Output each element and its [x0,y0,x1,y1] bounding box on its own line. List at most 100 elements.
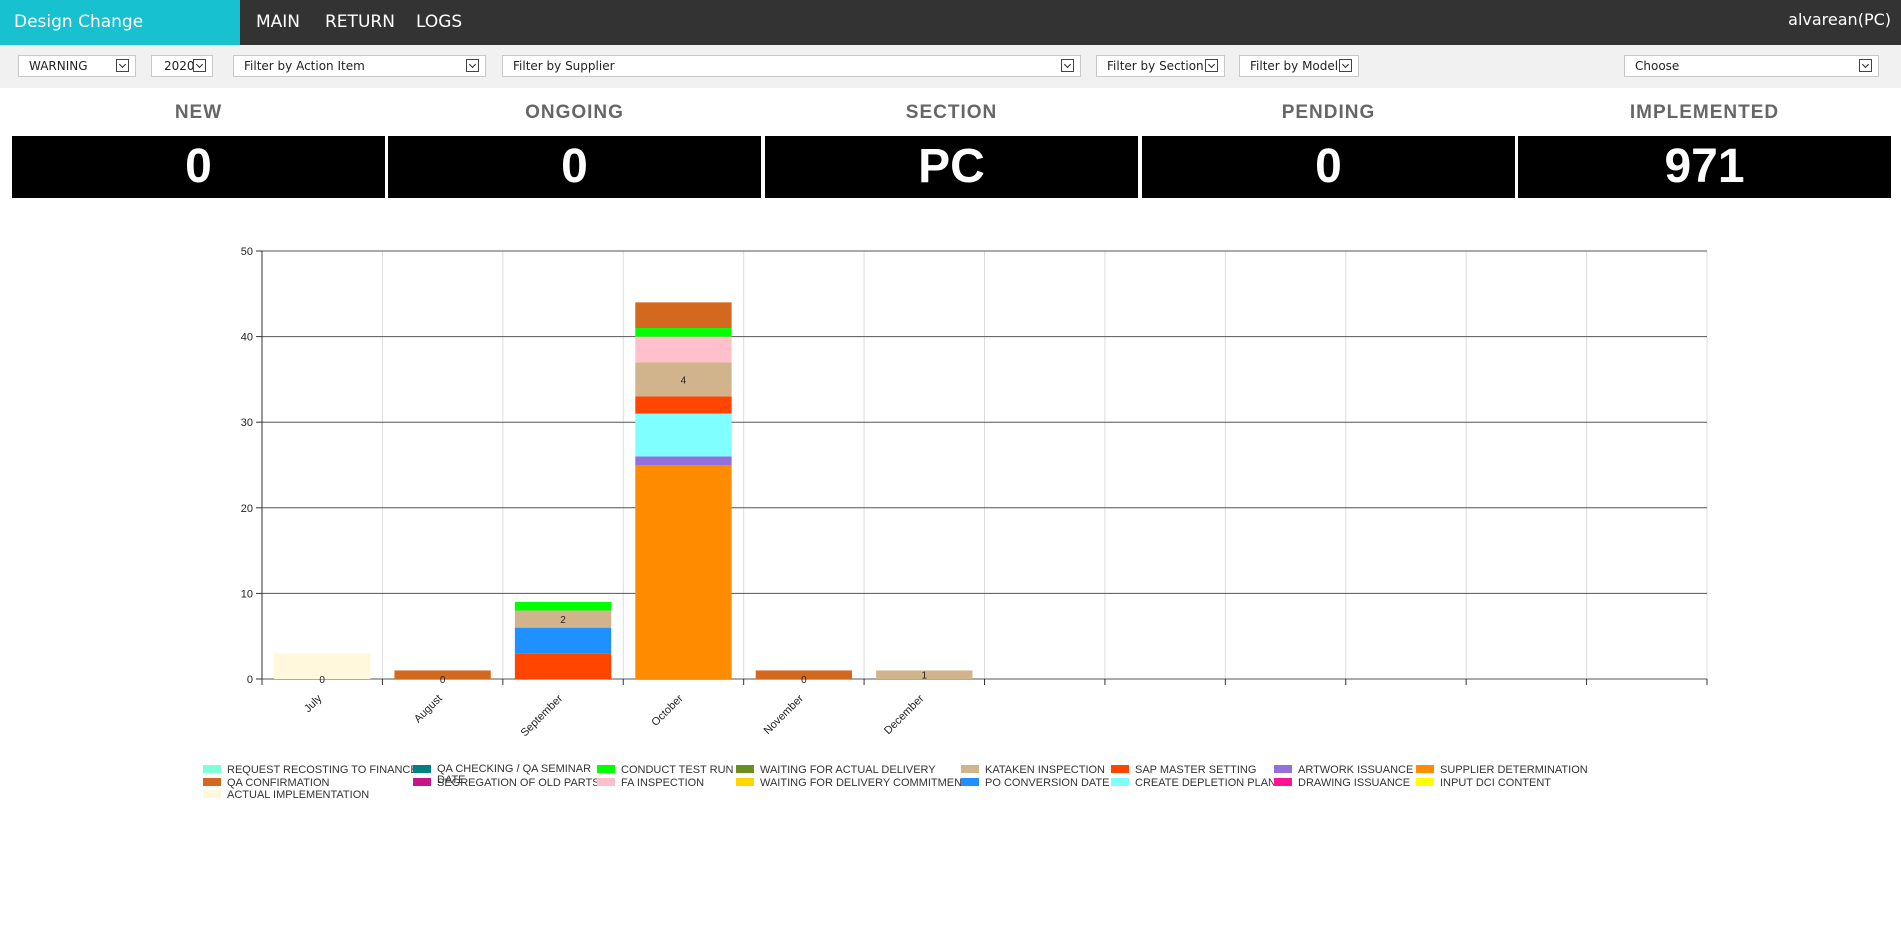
choose-select[interactable]: Choose [1624,55,1879,77]
section-select[interactable]: Filter by Section [1096,55,1225,77]
x-tick-label: July [302,692,325,715]
legend-swatch [1111,778,1129,786]
bar-segment [274,653,371,679]
bar-segment [755,670,853,679]
action-item-select[interactable]: Filter by Action Item [233,55,486,77]
chevron-down-icon [1061,59,1074,72]
year-select-value: 2020 [164,59,195,73]
supplier-select[interactable]: Filter by Supplier [502,55,1081,77]
legend-label: KATAKEN INSPECTION [985,764,1106,776]
section-select-value: Filter by Section [1107,59,1204,73]
legend-swatch [413,778,431,786]
nav-logs-link[interactable]: LOGS [416,0,462,45]
legend-label: SEGREGATION OF OLD PARTS [437,777,600,789]
bar-data-label: 0 [801,675,807,686]
filter-bar: WARNING 2020 Filter by Action Item Filte… [0,45,1901,88]
x-tick-label: December [882,692,927,737]
legend-swatch [203,790,221,798]
stat-label-section: SECTION [905,102,998,123]
bar-segment [514,610,612,628]
stat-value-new: 0 [12,136,385,198]
bar-data-label: 4 [681,375,687,386]
bar-segment [635,413,732,457]
chevron-down-icon [1339,59,1352,72]
stat-label-pending: PENDING [1281,102,1376,123]
chevron-down-icon [1205,59,1218,72]
legend-label: REQUEST RECOSTING TO FINANCE [227,764,418,776]
legend-swatch [203,765,221,773]
legend-swatch [1274,778,1292,786]
x-tick-label: October [649,692,685,728]
action-item-select-value: Filter by Action Item [244,59,365,73]
bar-data-label: 0 [440,675,446,686]
x-tick-label: September [519,692,566,739]
legend-label: WAITING FOR DELIVERY COMMITMENT [760,777,969,789]
nav-return-link[interactable]: RETURN [325,0,395,45]
legend-label: SAP MASTER SETTING [1135,764,1257,776]
legend-label: QA CONFIRMATION [227,777,330,789]
bar-segment [635,362,732,397]
legend-swatch [736,778,754,786]
legend-label: WAITING FOR ACTUAL DELIVERY [760,764,936,776]
legend-swatch [1416,778,1434,786]
model-select-value: Filter by Model [1250,59,1339,73]
legend-swatch [1111,765,1129,773]
y-tick-label: 10 [241,588,253,600]
stat-value-ongoing: 0 [388,136,761,198]
bar-segment [635,302,732,329]
bar-segment [394,670,491,679]
choose-select-value: Choose [1635,59,1680,73]
x-tick-label: November [762,692,807,737]
status-select-value: WARNING [29,59,88,73]
legend-label: SUPPLIER DETERMINATION [1440,764,1588,776]
bar-segment [514,653,612,679]
legend-label: PO CONVERSION DATE [985,777,1110,789]
legend-label: FA INSPECTION [621,777,705,789]
stat-value-implemented: 971 [1518,136,1891,198]
bar-segment [635,456,732,465]
legend-label: ACTUAL IMPLEMENTATION [227,789,370,801]
supplier-select-value: Filter by Supplier [513,59,615,73]
bar-data-label: 1 [922,671,928,682]
bar-segment [635,396,732,414]
bar-segment [514,601,612,611]
legend-label: CONDUCT TEST RUN [621,764,734,776]
brand-title[interactable]: Design Change Information [0,0,240,77]
status-select[interactable]: WARNING [18,55,136,77]
x-tick-label: August [412,693,445,726]
nav-main-link[interactable]: MAIN [256,0,300,45]
y-tick-label: 0 [247,674,253,686]
legend-swatch [961,778,979,786]
model-select[interactable]: Filter by Model [1239,55,1359,77]
legend-label: CREATE DEPLETION PLAN [1135,777,1276,789]
bar-data-label: 2 [560,615,566,626]
y-tick-label: 20 [241,503,253,515]
legend-swatch [1416,765,1434,773]
user-name[interactable]: alvarean(PC) [1788,0,1891,40]
bar-segment [635,336,732,363]
stat-value-pending: 0 [1142,136,1515,198]
legend-swatch [736,765,754,773]
legend-swatch [203,778,221,786]
top-navbar: Design Change Information MAIN RETURN LO… [0,0,1901,77]
bar-segment [876,670,973,679]
y-tick-label: 30 [241,417,253,429]
legend-label: ARTWORK ISSUANCE [1298,764,1414,776]
chevron-down-icon [116,59,129,72]
chevron-down-icon [193,59,206,72]
bar-data-label: 0 [319,675,325,686]
bar-segment [514,627,612,654]
bar-segment [635,328,732,337]
y-tick-label: 40 [241,332,253,344]
bar-segment [635,465,732,679]
stat-label-ongoing: ONGOING [525,102,624,123]
y-tick-label: 50 [241,246,253,258]
legend-label: INPUT DCI CONTENT [1440,777,1552,789]
stat-label-implemented: IMPLEMENTED [1629,102,1780,123]
legend-swatch [961,765,979,773]
chevron-down-icon [1859,59,1872,72]
stat-value-section: PC [765,136,1138,198]
year-select[interactable]: 2020 [151,55,213,77]
legend-swatch [597,765,615,773]
legend-swatch [1274,765,1292,773]
